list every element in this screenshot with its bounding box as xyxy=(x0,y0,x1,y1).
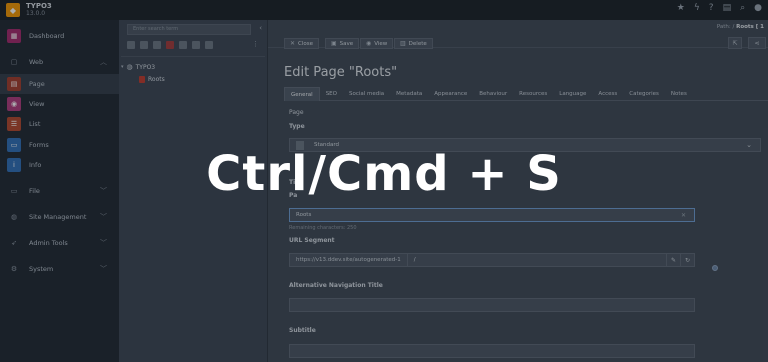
keyboard-shortcut-caption: Ctrl/Cmd + S xyxy=(206,146,562,202)
